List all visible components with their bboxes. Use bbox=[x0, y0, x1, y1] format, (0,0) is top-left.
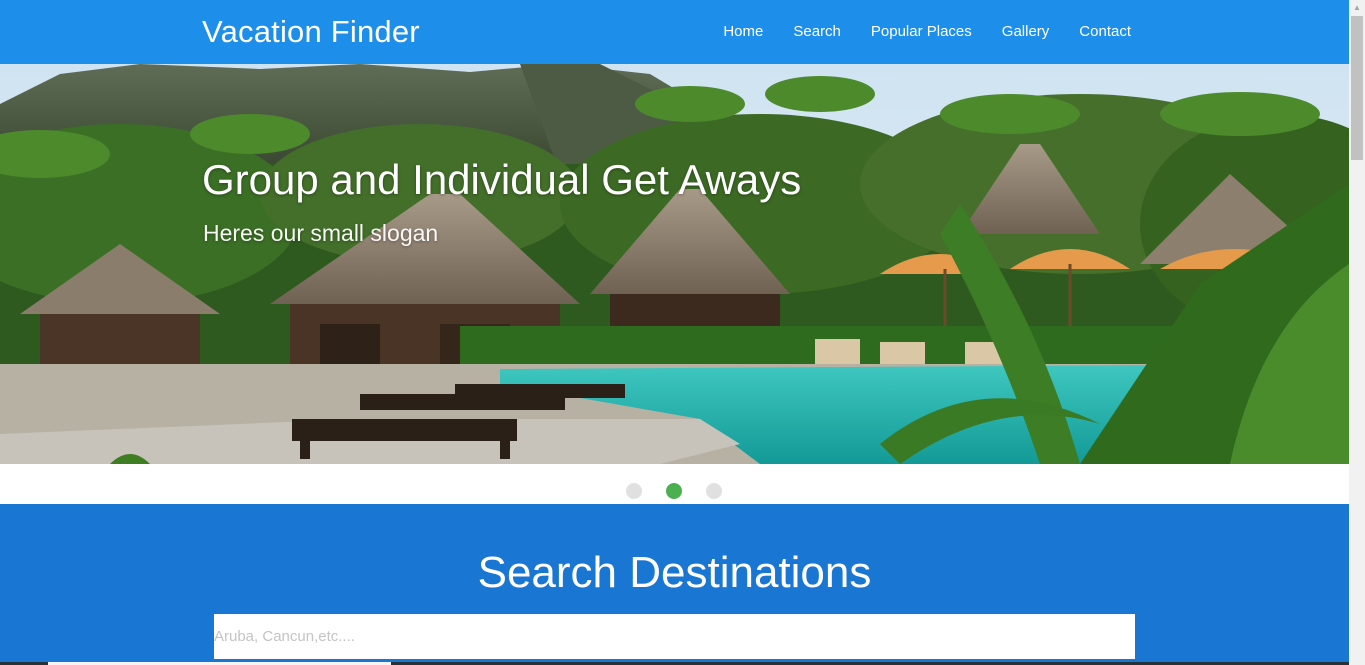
main-nav: Home Search Popular Places Gallery Conta… bbox=[723, 23, 1131, 40]
nav-link-home[interactable]: Home bbox=[723, 23, 763, 40]
carousel-dot-3[interactable] bbox=[706, 483, 722, 499]
search-title: Search Destinations bbox=[477, 548, 872, 597]
vertical-scrollbar[interactable]: ▲ bbox=[1349, 0, 1365, 665]
carousel-indicators bbox=[626, 483, 722, 499]
nav-link-contact[interactable]: Contact bbox=[1079, 23, 1131, 40]
carousel-dot-2[interactable] bbox=[666, 483, 682, 499]
hero-resort-image bbox=[0, 64, 1349, 464]
hero-carousel-slide: Group and Individual Get Aways Heres our… bbox=[0, 64, 1349, 464]
top-navbar: Vacation Finder Home Search Popular Plac… bbox=[0, 0, 1349, 64]
hero-title: Group and Individual Get Aways bbox=[202, 156, 802, 203]
hero-subtitle: Heres our small slogan bbox=[203, 220, 439, 246]
search-section: Search Destinations bbox=[0, 504, 1349, 665]
nav-link-popular-places[interactable]: Popular Places bbox=[871, 23, 972, 40]
nav-link-search[interactable]: Search bbox=[793, 23, 841, 40]
nav-link-gallery[interactable]: Gallery bbox=[1002, 23, 1050, 40]
carousel-dot-1[interactable] bbox=[626, 483, 642, 499]
scroll-up-arrow-icon[interactable]: ▲ bbox=[1349, 0, 1365, 16]
brand-logo-text[interactable]: Vacation Finder bbox=[202, 14, 420, 50]
destination-search-input[interactable] bbox=[214, 614, 1135, 659]
scrollbar-thumb[interactable] bbox=[1351, 16, 1363, 160]
